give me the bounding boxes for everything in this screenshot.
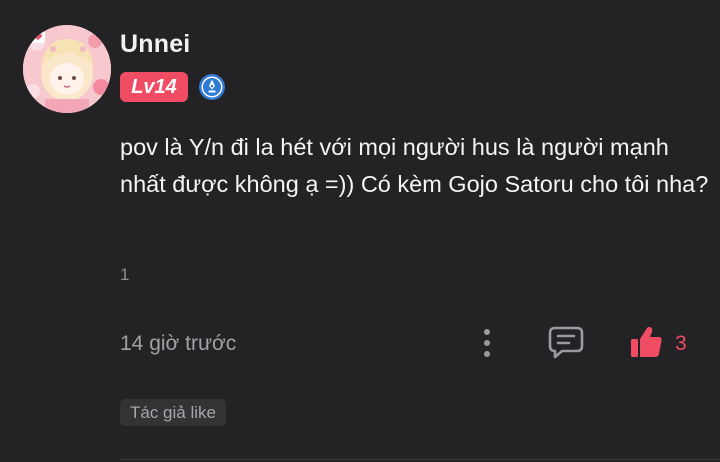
comment-reply-icon — [548, 326, 584, 359]
comment-card: Unnei Lv14 pov là Y/n đi la hét với mọi … — [0, 0, 720, 462]
like-button[interactable] — [628, 324, 664, 360]
reply-button[interactable] — [547, 325, 585, 359]
avatar[interactable] — [23, 25, 111, 113]
more-options-button[interactable] — [474, 326, 500, 360]
level-badge: Lv14 — [120, 72, 188, 102]
thumbs-up-icon — [631, 326, 662, 357]
username[interactable]: Unnei — [120, 30, 190, 59]
like-count: 3 — [675, 332, 687, 355]
verified-badge-icon — [198, 73, 226, 101]
more-vertical-icon — [484, 329, 490, 357]
divider — [120, 459, 720, 460]
author-liked-tag: Tác giả like — [120, 399, 226, 426]
comment-text: pov là Y/n đi la hét với mọi người hus l… — [120, 134, 709, 197]
reply-count[interactable]: 1 — [120, 265, 129, 285]
timestamp: 14 giờ trước — [120, 332, 237, 355]
